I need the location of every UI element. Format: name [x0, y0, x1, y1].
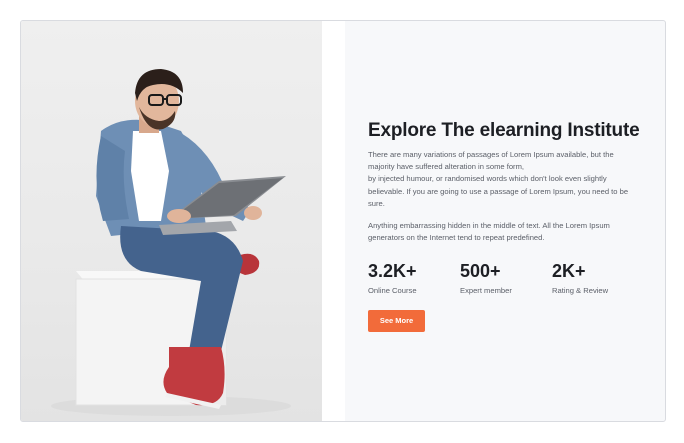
secondary-paragraph: Anything embarrassing hidden in the midd… [368, 220, 653, 244]
secondary-line: Anything embarrassing hidden in the midd… [368, 221, 610, 231]
intro-line: by injected humour, or randomised words … [368, 174, 607, 184]
stats-row: 3.2K+ Online Course 500+ Expert member 2… [368, 260, 653, 295]
stat-label: Expert member [460, 286, 512, 296]
page-title: Explore The elearning Institute [368, 120, 640, 141]
stat-value: 2K+ [552, 261, 586, 282]
stat-online-course: 3.2K+ Online Course [368, 260, 460, 295]
intro-line: believable. If you are going to use a pa… [368, 186, 629, 196]
stat-label: Online Course [368, 286, 417, 296]
stat-value: 3.2K+ [368, 261, 417, 282]
intro-line: There are many variations of passages of… [368, 150, 614, 159]
see-more-button[interactable]: See More [368, 310, 425, 333]
hero-content: Explore The elearning Institute There ar… [368, 119, 653, 333]
stat-value: 500+ [460, 261, 501, 282]
secondary-line: generators on the Internet tend to repea… [368, 233, 545, 243]
stat-expert-member: 500+ Expert member [460, 260, 552, 295]
man-with-laptop-illustration [51, 69, 291, 416]
intro-paragraph: There are many variations of passages of… [368, 149, 653, 210]
stat-label: Rating & Review [552, 286, 609, 296]
stat-rating-review: 2K+ Rating & Review [552, 260, 644, 295]
intro-line: majority have suffered alteration in som… [368, 162, 525, 172]
hero-photo [21, 21, 322, 421]
hero-card: Explore The elearning Institute There ar… [20, 20, 666, 422]
intro-line: sure. [368, 198, 385, 208]
column-divider [322, 21, 345, 421]
